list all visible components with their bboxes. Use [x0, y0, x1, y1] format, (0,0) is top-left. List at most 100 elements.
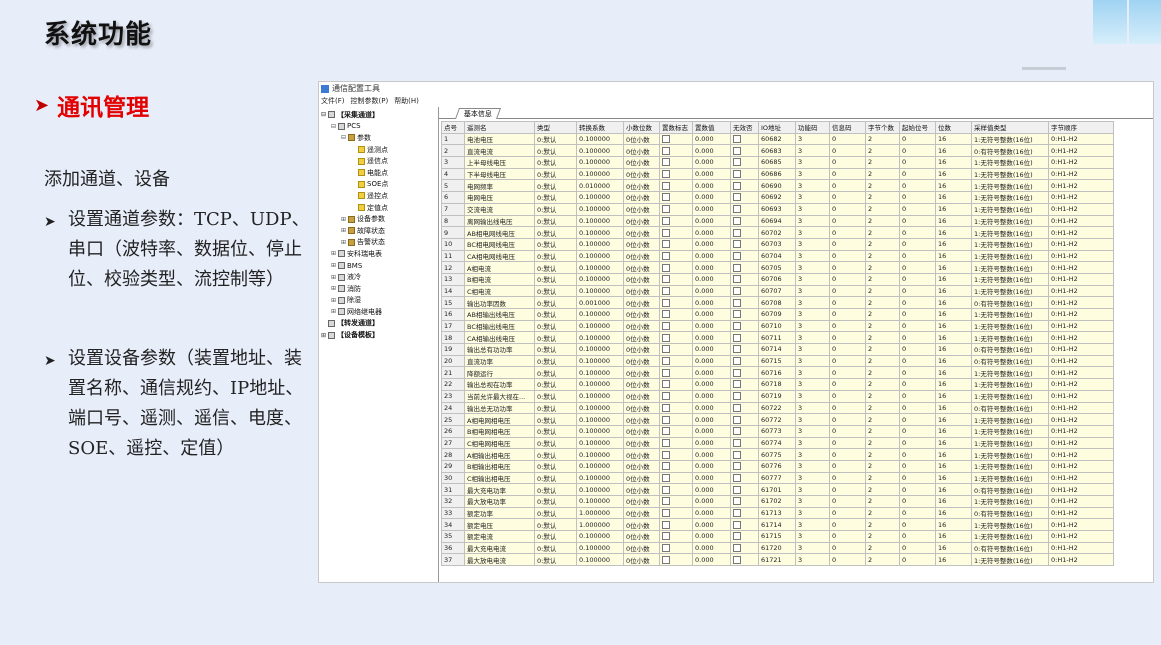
- invalid-checkbox[interactable]: [733, 357, 741, 366]
- row-number-cell[interactable]: 5: [441, 179, 465, 193]
- table-cell[interactable]: 60693: [758, 202, 796, 216]
- table-row[interactable]: 18 CA相输出线电压 0:默认 0.100000 0位小数 0.000 60711 3 0 2 0…: [441, 331, 1114, 345]
- menu-help[interactable]: 帮助(H): [394, 96, 419, 106]
- tree-node[interactable]: 遥信点: [319, 155, 438, 167]
- table-cell[interactable]: 0:默认: [534, 448, 577, 461]
- table-row[interactable]: 25 A相电网相电压 0:默认 0.100000 0位小数 0.000 60772 3 0 2 0 1…: [441, 413, 1114, 426]
- table-cell[interactable]: 1:无符号整数(16位): [971, 553, 1049, 567]
- table-cell[interactable]: 0: [829, 343, 866, 356]
- table-cell[interactable]: 3: [795, 448, 830, 461]
- table-cell[interactable]: 0:默认: [534, 237, 577, 251]
- table-cell[interactable]: 3: [795, 483, 830, 496]
- table-cell[interactable]: 0位小数: [623, 378, 660, 391]
- table-cell[interactable]: [659, 144, 693, 158]
- table-row[interactable]: 34 额定电压 0:默认 1.000000 0位小数 0.000 61714 3 0 2 0 16 1:…: [441, 518, 1114, 532]
- table-cell[interactable]: 0:H1-H2: [1048, 530, 1114, 543]
- table-cell[interactable]: 0.100000: [576, 284, 624, 298]
- table-cell[interactable]: 0.100000: [576, 448, 624, 461]
- table-cell[interactable]: 16: [935, 308, 972, 321]
- table-cell[interactable]: [659, 518, 693, 532]
- table-cell[interactable]: 0.000: [692, 471, 731, 485]
- table-cell[interactable]: 0.100000: [576, 354, 624, 368]
- table-cell[interactable]: 0位小数: [623, 530, 660, 543]
- invalid-checkbox[interactable]: [733, 555, 741, 564]
- table-cell[interactable]: 0.100000: [576, 191, 624, 204]
- table-cell[interactable]: 0位小数: [623, 343, 660, 356]
- table-cell[interactable]: 60682: [758, 132, 796, 146]
- set-flag-checkbox[interactable]: [662, 497, 670, 506]
- table-cell[interactable]: 0: [899, 541, 936, 555]
- set-flag-checkbox[interactable]: [662, 275, 670, 284]
- table-cell[interactable]: 0: [829, 389, 866, 403]
- table-cell[interactable]: 3: [795, 471, 830, 485]
- table-cell[interactable]: 16: [935, 401, 972, 415]
- invalid-checkbox[interactable]: [733, 216, 741, 225]
- table-cell[interactable]: 0:H1-H2: [1048, 331, 1114, 345]
- table-cell[interactable]: 1.000000: [576, 518, 624, 532]
- row-number-cell[interactable]: 31: [441, 483, 465, 496]
- table-cell[interactable]: 0.000: [692, 132, 731, 146]
- table-row[interactable]: 8 离网输出线电压 0:默认 0.100000 0位小数 0.000 60694 3 0 2 0 16…: [441, 214, 1114, 228]
- table-cell[interactable]: 0:默认: [534, 530, 577, 543]
- tree-node[interactable]: ⊞ BMS: [319, 260, 438, 272]
- table-cell[interactable]: [730, 296, 759, 309]
- table-cell[interactable]: 0.100000: [576, 331, 624, 345]
- table-cell[interactable]: 1:无符号整数(16位): [971, 202, 1049, 216]
- set-flag-checkbox[interactable]: [662, 403, 670, 412]
- table-cell[interactable]: 16: [935, 179, 972, 193]
- table-cell[interactable]: [659, 495, 693, 508]
- table-cell[interactable]: 0位小数: [623, 284, 660, 298]
- table-cell[interactable]: 0:默认: [534, 354, 577, 368]
- table-cell[interactable]: 3: [795, 436, 830, 450]
- table-cell[interactable]: 0: [899, 214, 936, 228]
- set-flag-checkbox[interactable]: [662, 251, 670, 260]
- table-cell[interactable]: 0: [899, 308, 936, 321]
- invalid-checkbox[interactable]: [733, 403, 741, 412]
- row-number-cell[interactable]: 29: [441, 459, 465, 473]
- table-cell[interactable]: 0:默认: [534, 343, 577, 356]
- table-row[interactable]: 21 降额运行 0:默认 0.100000 0位小数 0.000 60716 3 0 2 0 16 1:…: [441, 366, 1114, 380]
- table-cell[interactable]: 0: [899, 459, 936, 473]
- table-cell[interactable]: 0:H1-H2: [1048, 237, 1114, 251]
- table-cell[interactable]: 0.000: [692, 284, 731, 298]
- table-cell[interactable]: 0: [829, 202, 866, 216]
- table-cell[interactable]: 2: [865, 378, 900, 391]
- table-row[interactable]: 19 输出总有功功率 0:默认 0.100000 0位小数 0.000 60714 3 0 2 0 1…: [441, 343, 1114, 356]
- column-header[interactable]: 采样值类型: [971, 121, 1049, 134]
- table-cell[interactable]: 3: [795, 401, 830, 415]
- collapse-icon[interactable]: ⊟: [321, 111, 328, 118]
- row-number-cell[interactable]: 20: [441, 354, 465, 368]
- table-cell[interactable]: 0.100000: [576, 541, 624, 555]
- table-cell[interactable]: 0: [899, 202, 936, 216]
- table-row[interactable]: 32 最大放电功率 0:默认 0.100000 0位小数 0.000 61702 3 0 2 0 16…: [441, 495, 1114, 508]
- column-header[interactable]: 置数值: [692, 121, 731, 134]
- table-cell[interactable]: 0.010000: [576, 179, 624, 193]
- invalid-checkbox[interactable]: [733, 298, 741, 307]
- invalid-checkbox[interactable]: [733, 193, 741, 202]
- table-cell[interactable]: [730, 261, 759, 274]
- set-flag-checkbox[interactable]: [662, 298, 670, 307]
- table-cell[interactable]: 0位小数: [623, 401, 660, 415]
- table-cell[interactable]: [659, 261, 693, 274]
- table-cell[interactable]: 3: [795, 167, 830, 181]
- table-cell[interactable]: 0:默认: [534, 366, 577, 380]
- table-cell[interactable]: 0:H1-H2: [1048, 354, 1114, 368]
- table-cell[interactable]: [659, 366, 693, 380]
- table-cell[interactable]: 0.000: [692, 272, 731, 286]
- table-cell[interactable]: 0: [899, 272, 936, 286]
- table-cell[interactable]: 16: [935, 237, 972, 251]
- expand-icon[interactable]: ⊞: [321, 332, 328, 339]
- table-cell[interactable]: 60774: [758, 436, 796, 450]
- column-header[interactable]: 字节顺序: [1048, 121, 1114, 134]
- table-cell[interactable]: 3: [795, 308, 830, 321]
- column-header[interactable]: 转换系数: [576, 121, 624, 134]
- table-cell[interactable]: 3: [795, 191, 830, 204]
- table-cell[interactable]: 0: [829, 272, 866, 286]
- table-cell[interactable]: 0.000: [692, 448, 731, 461]
- table-cell[interactable]: 0.100000: [576, 167, 624, 181]
- table-cell[interactable]: 额定电流: [464, 530, 535, 543]
- invalid-checkbox[interactable]: [733, 450, 741, 459]
- table-cell[interactable]: 0:H1-H2: [1048, 272, 1114, 286]
- table-cell[interactable]: 0.100000: [576, 495, 624, 508]
- table-cell[interactable]: [659, 506, 693, 520]
